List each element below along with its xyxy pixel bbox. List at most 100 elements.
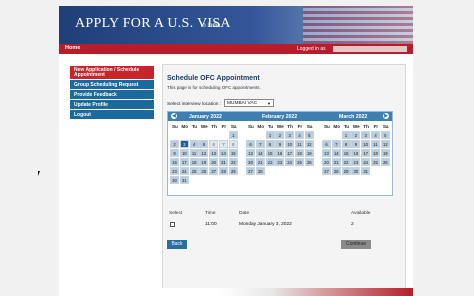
calendar-day[interactable]: 30 — [351, 167, 361, 175]
calendar-day[interactable]: 8 — [228, 140, 238, 148]
calendar-day[interactable]: 18 — [294, 149, 304, 157]
calendar-day[interactable]: 26 — [199, 167, 209, 175]
calendar-day[interactable]: 16 — [170, 158, 179, 166]
calendar-day[interactable]: 22 — [228, 158, 238, 166]
prev-month-icon[interactable]: ◀ — [171, 113, 177, 119]
calendar-day[interactable]: 28 — [331, 167, 341, 175]
calendar-day[interactable]: 29 — [228, 167, 238, 175]
calendar-day[interactable]: 4 — [294, 131, 304, 139]
calendar-day[interactable]: 3 — [361, 131, 371, 139]
calendar-day[interactable]: 27 — [209, 167, 219, 175]
calendar-day[interactable]: 2 — [275, 131, 285, 139]
calendar-day[interactable]: 13 — [209, 149, 219, 157]
calendar-day[interactable]: 4 — [370, 131, 380, 139]
slot-checkbox[interactable] — [170, 222, 175, 227]
sidebar-item-group-scheduling[interactable]: Group Scheduling Request — [70, 80, 154, 89]
calendar-day[interactable]: 24 — [285, 158, 295, 166]
calendar-day[interactable]: 16 — [351, 149, 361, 157]
calendar-day[interactable]: 21 — [331, 158, 341, 166]
calendar-day[interactable]: 11 — [370, 140, 380, 148]
calendar-day[interactable]: 21 — [218, 158, 228, 166]
calendar-day[interactable]: 6 — [322, 140, 331, 148]
calendar-day[interactable]: 18 — [370, 149, 380, 157]
calendar-day[interactable]: 15 — [341, 149, 351, 157]
calendar-day[interactable]: 12 — [199, 149, 209, 157]
calendar-day[interactable]: 2 — [170, 140, 179, 148]
calendar-day[interactable]: 18 — [189, 158, 199, 166]
calendar-day[interactable]: 1 — [341, 131, 351, 139]
calendar-day[interactable]: 5 — [199, 140, 209, 148]
calendar-day[interactable]: 19 — [199, 158, 209, 166]
calendar-day[interactable]: 24 — [179, 167, 189, 175]
calendar-day[interactable]: 5 — [304, 131, 314, 139]
calendar-day[interactable]: 26 — [380, 158, 390, 166]
next-month-icon[interactable]: ▶ — [383, 113, 389, 119]
calendar-day[interactable]: 22 — [341, 158, 351, 166]
calendar-day[interactable]: 27 — [322, 167, 331, 175]
calendar-day[interactable]: 15 — [265, 149, 275, 157]
calendar-day[interactable]: 13 — [322, 149, 331, 157]
calendar-day[interactable]: 12 — [304, 140, 314, 148]
calendar-day[interactable]: 30 — [170, 176, 179, 184]
calendar-day[interactable]: 11 — [189, 149, 199, 157]
calendar-day[interactable]: 8 — [265, 140, 275, 148]
calendar-day[interactable]: 19 — [380, 149, 390, 157]
calendar-day[interactable]: 25 — [370, 158, 380, 166]
calendar-day[interactable]: 2 — [351, 131, 361, 139]
sidebar-item-update-profile[interactable]: Update Profile — [70, 100, 154, 109]
calendar-day[interactable]: 22 — [265, 158, 275, 166]
calendar-day[interactable]: 4 — [189, 140, 199, 148]
calendar-day[interactable]: 16 — [275, 149, 285, 157]
calendar-day[interactable]: 20 — [322, 158, 331, 166]
calendar-day[interactable]: 6 — [209, 140, 219, 148]
sidebar-item-logout[interactable]: Logout — [70, 110, 154, 119]
calendar-day[interactable]: 14 — [218, 149, 228, 157]
calendar-day[interactable]: 14 — [255, 149, 265, 157]
calendar-day[interactable]: 10 — [285, 140, 295, 148]
sidebar-item-new-application[interactable]: New Application / Schedule Appointment — [70, 66, 154, 79]
calendar-day[interactable]: 20 — [209, 158, 219, 166]
calendar-day[interactable]: 23 — [351, 158, 361, 166]
calendar-day[interactable]: 3 — [179, 140, 189, 148]
calendar-day[interactable]: 17 — [179, 158, 189, 166]
calendar-day[interactable]: 29 — [341, 167, 351, 175]
calendar-day[interactable]: 23 — [275, 158, 285, 166]
calendar-day[interactable]: 15 — [228, 149, 238, 157]
calendar-day[interactable]: 26 — [304, 158, 314, 166]
calendar-day[interactable]: 25 — [294, 158, 304, 166]
calendar-day[interactable]: 10 — [361, 140, 371, 148]
continue-button[interactable]: Continue — [341, 240, 371, 249]
calendar-day[interactable]: 14 — [331, 149, 341, 157]
calendar-day[interactable]: 5 — [380, 131, 390, 139]
calendar-day[interactable]: 21 — [255, 158, 265, 166]
calendar-day[interactable]: 6 — [246, 140, 255, 148]
calendar-day[interactable]: 31 — [179, 176, 189, 184]
calendar-day[interactable]: 23 — [170, 167, 179, 175]
calendar-day[interactable]: 19 — [304, 149, 314, 157]
sidebar-item-feedback[interactable]: Provide Feedback — [70, 90, 154, 99]
calendar-day[interactable]: 7 — [331, 140, 341, 148]
calendar-day[interactable]: 28 — [218, 167, 228, 175]
back-button[interactable]: Back — [167, 240, 187, 249]
calendar-day[interactable]: 7 — [218, 140, 228, 148]
calendar-day[interactable]: 9 — [170, 149, 179, 157]
home-link[interactable]: Home — [65, 45, 80, 51]
calendar-day[interactable]: 27 — [246, 167, 255, 175]
calendar-day[interactable]: 13 — [246, 149, 255, 157]
calendar-day[interactable]: 9 — [275, 140, 285, 148]
calendar-day[interactable]: 8 — [341, 140, 351, 148]
calendar-day[interactable]: 7 — [255, 140, 265, 148]
calendar-day[interactable]: 12 — [380, 140, 390, 148]
calendar-day[interactable]: 31 — [361, 167, 371, 175]
calendar-day[interactable]: 10 — [179, 149, 189, 157]
calendar-day[interactable]: 20 — [246, 158, 255, 166]
calendar-day[interactable]: 17 — [361, 149, 371, 157]
calendar-day[interactable]: 28 — [255, 167, 265, 175]
calendar-day[interactable]: 25 — [189, 167, 199, 175]
calendar-day[interactable]: 1 — [265, 131, 275, 139]
calendar-day[interactable]: 3 — [285, 131, 295, 139]
calendar-day[interactable]: 17 — [285, 149, 295, 157]
calendar-day[interactable]: 1 — [228, 131, 238, 139]
calendar-day[interactable]: 11 — [294, 140, 304, 148]
location-select[interactable]: MUMBAI VAC ▼ — [224, 99, 274, 107]
